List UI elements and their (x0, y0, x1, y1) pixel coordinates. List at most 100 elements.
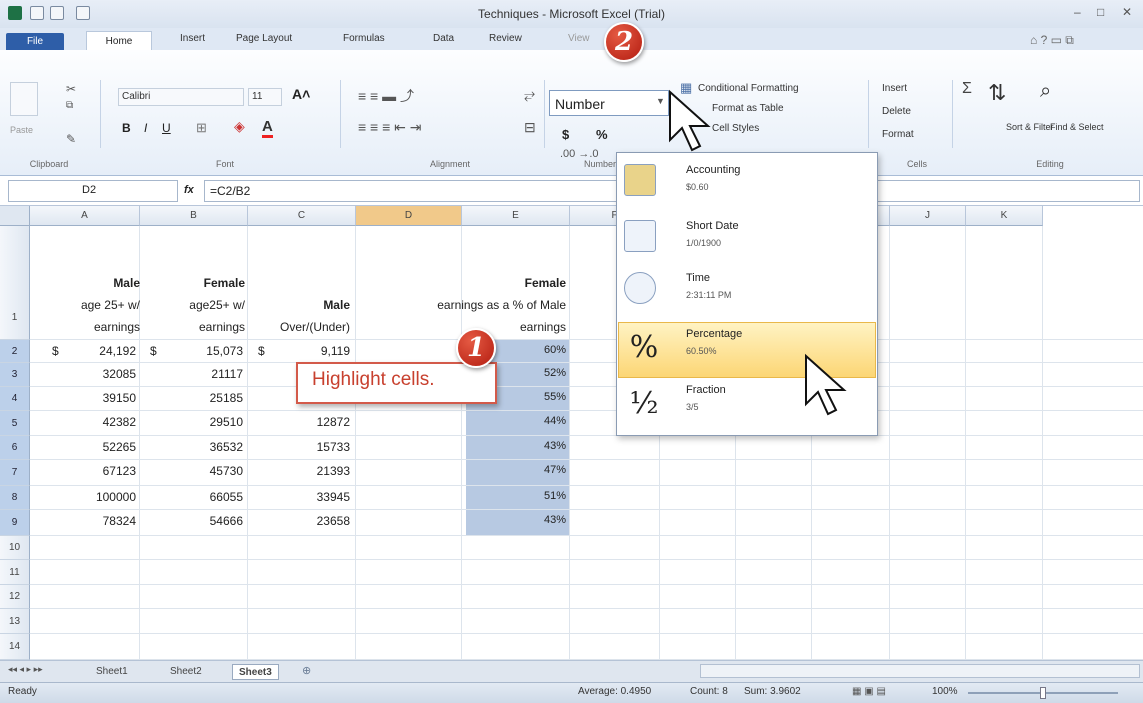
find-select-button[interactable]: Find & Select (1050, 122, 1104, 132)
tab-home[interactable]: Home (86, 31, 152, 52)
tab-data[interactable]: Data (433, 28, 454, 50)
column-header-d[interactable]: D (356, 206, 462, 226)
cell-female-earnings[interactable]: 66055 (145, 490, 243, 504)
tab-file[interactable]: File (6, 33, 64, 50)
row-header-11[interactable]: 11 (0, 560, 30, 585)
cell-female-earnings[interactable]: 15,073 (145, 344, 243, 358)
dropdown-item-accounting[interactable]: Accounting (686, 164, 740, 176)
row-header-12[interactable]: 12 (0, 585, 30, 609)
find-select-icon[interactable]: ⌕ (1040, 80, 1051, 103)
header-male-over-under[interactable]: Male (250, 298, 350, 312)
cell-over-under[interactable]: 23658 (250, 514, 350, 528)
row-header-9[interactable]: 9 (0, 510, 30, 536)
format-cells-button[interactable]: Format (882, 129, 914, 140)
dropdown-item-fraction[interactable]: Fraction (686, 384, 726, 396)
format-painter-icon[interactable]: ✎ (66, 132, 76, 146)
header-male-earnings[interactable]: Male (36, 276, 140, 290)
tab-page-layout[interactable]: Page Layout (236, 28, 292, 50)
header-female-pct[interactable]: Female (360, 276, 566, 290)
cell-female-earnings[interactable]: 36532 (145, 440, 243, 454)
tab-formulas[interactable]: Formulas (343, 28, 385, 50)
column-header-e[interactable]: E (462, 206, 570, 226)
fill-color-icon[interactable]: ◈ (234, 118, 245, 135)
cell-male-earnings[interactable]: 42382 (36, 415, 136, 429)
dropdown-item-percentage[interactable]: Percentage (686, 328, 742, 340)
row-header-13[interactable]: 13 (0, 609, 30, 634)
column-header-b[interactable]: B (140, 206, 248, 226)
worksheet-grid[interactable] (0, 206, 1143, 660)
cell-female-earnings[interactable]: 25185 (145, 391, 243, 405)
column-header-a[interactable]: A (30, 206, 140, 226)
help-icon[interactable]: ⌂ ? ▭ ⧉ (1030, 33, 1074, 48)
close-icon[interactable]: ✕ (1122, 5, 1132, 19)
row-header-7[interactable]: 7 (0, 460, 30, 486)
row-header-14[interactable]: 14 (0, 634, 30, 660)
cell-female-pct[interactable]: 43% (466, 440, 566, 452)
column-header-j[interactable]: J (890, 206, 966, 226)
column-header-k[interactable]: K (966, 206, 1043, 226)
bold-button[interactable]: B (122, 121, 131, 135)
cell-male-earnings[interactable]: 100000 (36, 490, 136, 504)
sheet-tab-3[interactable]: Sheet3 (232, 664, 279, 680)
cell-female-earnings[interactable]: 29510 (145, 415, 243, 429)
sheet-tab-2[interactable]: Sheet2 (164, 664, 208, 680)
select-all-corner[interactable] (0, 206, 30, 226)
sort-filter-button[interactable]: Sort & Filter (1006, 122, 1054, 132)
zoom-level[interactable]: 100% (932, 686, 958, 697)
tab-view[interactable]: View (568, 28, 590, 50)
cut-icon[interactable]: ✂ (66, 82, 76, 96)
wrap-text-icon[interactable]: ⥂ (524, 86, 535, 103)
dropdown-item-short-date[interactable]: Short Date (686, 220, 739, 232)
zoom-slider-handle[interactable] (1040, 687, 1046, 699)
cell-male-earnings[interactable]: 32085 (36, 367, 136, 381)
borders-icon[interactable]: ⊞ (196, 120, 207, 136)
cell-female-earnings[interactable]: 21117 (145, 367, 243, 381)
insert-cells-button[interactable]: Insert (882, 83, 907, 94)
header-female-earnings[interactable]: Female (145, 276, 245, 290)
paste-icon[interactable] (10, 82, 38, 116)
row-header-3[interactable]: 3 (0, 363, 30, 387)
cell-female-pct[interactable]: 47% (466, 464, 566, 476)
copy-icon[interactable]: ⧉ (66, 100, 73, 111)
percent-button[interactable]: % (596, 127, 608, 142)
row-header-2[interactable]: 2 (0, 340, 30, 363)
sheet-nav-icon[interactable]: ◂◂ ◂ ▸ ▸▸ (8, 664, 43, 675)
maximize-icon[interactable]: □ (1097, 5, 1104, 19)
currency-button[interactable]: $ (562, 127, 569, 142)
cell-over-under[interactable]: 21393 (250, 464, 350, 478)
underline-button[interactable]: U (162, 121, 171, 135)
column-header-c[interactable]: C (248, 206, 356, 226)
cell-female-pct[interactable]: 43% (466, 514, 566, 526)
row-header-4[interactable]: 4 (0, 387, 30, 411)
row-header-6[interactable]: 6 (0, 436, 30, 460)
autosum-icon[interactable]: Σ (962, 80, 972, 98)
grow-font-icon[interactable]: A˄ (292, 86, 310, 102)
insert-sheet-icon[interactable]: ⊕ (302, 664, 311, 677)
row-header-10[interactable]: 10 (0, 536, 30, 560)
dropdown-item-time[interactable]: Time (686, 272, 710, 284)
cell-female-pct[interactable]: 44% (466, 415, 566, 427)
minimize-icon[interactable]: – (1074, 5, 1081, 19)
cell-male-earnings[interactable]: 78324 (36, 514, 136, 528)
horizontal-scrollbar[interactable] (700, 664, 1140, 678)
insert-function-icon[interactable]: fx (184, 184, 194, 196)
align-left-icon[interactable]: ≡ ≡ ≡ ⇤ ⇥ (358, 119, 422, 136)
cell-over-under[interactable]: 15733 (250, 440, 350, 454)
italic-button[interactable]: I (144, 121, 147, 135)
sort-filter-icon[interactable]: ⇅ (988, 80, 1006, 106)
font-color-icon[interactable]: A (262, 118, 273, 138)
cell-male-earnings[interactable]: 67123 (36, 464, 136, 478)
view-buttons-icon[interactable]: ▦ ▣ ▤ (852, 686, 886, 697)
cell-male-earnings[interactable]: 39150 (36, 391, 136, 405)
tab-insert[interactable]: Insert (180, 28, 205, 50)
tab-review[interactable]: Review (489, 28, 522, 50)
align-top-icon[interactable]: ≡ ≡ ▬ ⤴ (358, 86, 414, 106)
cell-over-under[interactable]: 9,119 (250, 344, 350, 358)
cell-female-pct[interactable]: 51% (466, 490, 566, 502)
sheet-tab-1[interactable]: Sheet1 (90, 664, 134, 680)
delete-cells-button[interactable]: Delete (882, 106, 911, 117)
cell-male-earnings[interactable]: 24,192 (36, 344, 136, 358)
merge-center-icon[interactable]: ⊟ (524, 119, 536, 136)
cell-over-under[interactable]: 12872 (250, 415, 350, 429)
row-header-8[interactable]: 8 (0, 486, 30, 510)
